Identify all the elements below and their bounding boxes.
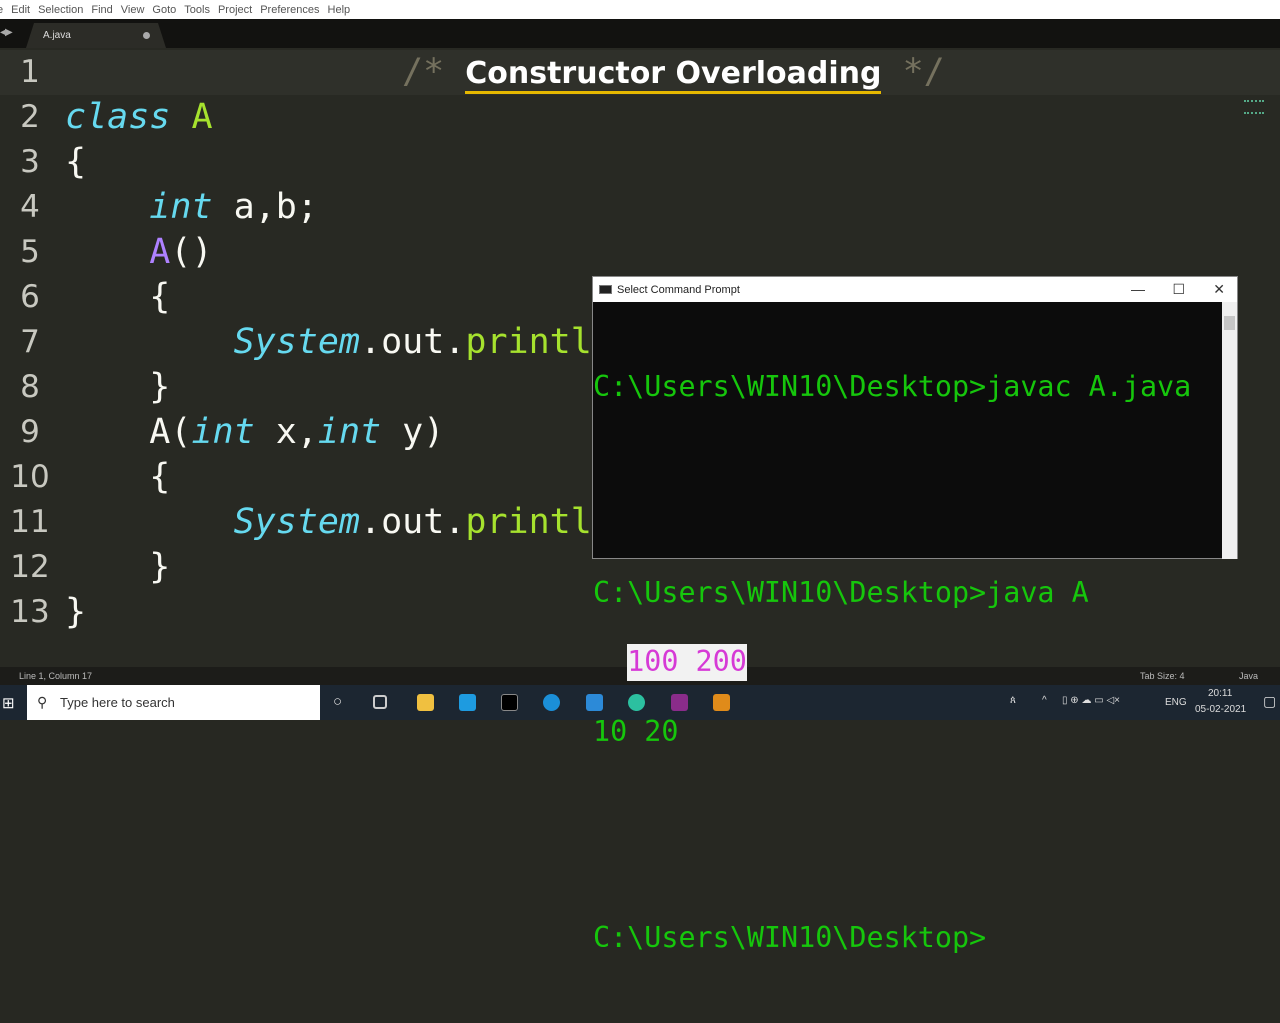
code-line-8: } bbox=[65, 367, 171, 407]
code-line-13: } bbox=[65, 592, 87, 632]
search-placeholder: Type here to search bbox=[60, 695, 175, 710]
method-name: printl bbox=[465, 502, 592, 542]
cmd-line bbox=[593, 472, 1223, 509]
code-line-5: A() bbox=[65, 230, 213, 275]
line-number: 3 bbox=[20, 144, 40, 180]
minimize-button[interactable]: — bbox=[1131, 281, 1145, 297]
line-number: 12 bbox=[10, 549, 50, 585]
system-class: System bbox=[233, 322, 361, 362]
cmd-output[interactable]: C:\Users\WIN10\Desktop>javac A.java C:\U… bbox=[593, 303, 1223, 1023]
close-button[interactable]: ✕ bbox=[1213, 281, 1225, 298]
command-prompt-window[interactable]: Select Command Prompt — ☐ ✕ C:\Users\WIN… bbox=[592, 276, 1238, 954]
selected-output: 100 200 bbox=[627, 644, 747, 682]
keyword: int bbox=[149, 187, 213, 227]
tab-bar: ◂▶ A.java bbox=[0, 19, 1280, 48]
code-text: a,b; bbox=[212, 187, 318, 227]
code-line-1: /* Constructor Overloading */ bbox=[402, 50, 945, 95]
code-line-3: { bbox=[65, 142, 87, 182]
code-line-10: { bbox=[65, 457, 171, 497]
cmd-line: C:\Users\WIN10\Desktop> bbox=[593, 920, 987, 954]
code-line-7: System.out.printl bbox=[65, 320, 592, 365]
line-number: 4 bbox=[20, 189, 40, 225]
search-icon: ⚲ bbox=[37, 694, 48, 710]
code-text: .out. bbox=[360, 322, 466, 362]
code-text: A( bbox=[65, 412, 192, 452]
class-name: A bbox=[191, 97, 213, 137]
cmd-taskbar-icon[interactable] bbox=[501, 694, 518, 711]
system-class: System bbox=[233, 502, 361, 542]
code-title: Constructor Overloading bbox=[465, 57, 882, 94]
cmd-line: C:\Users\WIN10\Desktop>javac A.java bbox=[593, 370, 1192, 403]
code-text: () bbox=[170, 232, 213, 272]
tab-label: A.java bbox=[43, 30, 71, 41]
menu-goto[interactable]: Goto bbox=[152, 4, 176, 16]
method-name: printl bbox=[465, 322, 592, 362]
l-app-icon[interactable] bbox=[459, 694, 476, 711]
code-line-12: } bbox=[65, 547, 171, 587]
code-text: x, bbox=[254, 412, 318, 452]
line-number: 11 bbox=[10, 504, 50, 540]
cmd-line: C:\Users\WIN10\Desktop>java A bbox=[593, 575, 1089, 609]
line-number: 2 bbox=[20, 99, 40, 135]
tab-a-java[interactable]: A.java bbox=[26, 23, 166, 48]
unsaved-dot-icon[interactable] bbox=[143, 32, 150, 39]
windows-start-icon[interactable]: ⊞ bbox=[2, 694, 15, 712]
cmd-icon bbox=[599, 285, 612, 294]
line-number: 6 bbox=[20, 279, 40, 315]
menu-tools[interactable]: Tools bbox=[184, 4, 210, 16]
menu-find[interactable]: Find bbox=[91, 4, 112, 16]
code-line-6: { bbox=[65, 277, 171, 317]
notifications-icon[interactable]: ▢ bbox=[1263, 693, 1276, 710]
menu-view[interactable]: View bbox=[121, 4, 145, 16]
keyword: int bbox=[191, 412, 255, 452]
code-line-9: A(int x,int y) bbox=[65, 410, 444, 455]
line-number: 5 bbox=[20, 234, 40, 270]
task-view-icon[interactable] bbox=[373, 695, 387, 709]
menu-preferences[interactable]: Preferences bbox=[260, 4, 319, 16]
code-line-11: System.out.printl bbox=[65, 500, 592, 545]
cmd-scrollbar[interactable] bbox=[1222, 302, 1237, 559]
maximize-button[interactable]: ☐ bbox=[1172, 281, 1185, 298]
line-number: 10 bbox=[10, 459, 50, 495]
menu-project[interactable]: Project bbox=[218, 4, 252, 16]
menu-selection[interactable]: Selection bbox=[38, 4, 83, 16]
menu-help[interactable]: Help bbox=[328, 4, 351, 16]
cursor-position: Line 1, Column 17 bbox=[19, 671, 93, 681]
menu-file[interactable]: e bbox=[0, 4, 3, 16]
line-number: 9 bbox=[20, 414, 40, 450]
taskbar-search[interactable]: ⚲ Type here to search bbox=[27, 685, 320, 720]
constructor-name: A bbox=[149, 232, 171, 272]
code-line-4: int a,b; bbox=[65, 185, 318, 230]
cmd-line bbox=[593, 817, 1223, 854]
line-number: 1 bbox=[20, 54, 40, 90]
code-text: y) bbox=[381, 412, 445, 452]
cmd-title: Select Command Prompt bbox=[617, 283, 740, 296]
tab-scroll-arrows-icon[interactable]: ◂▶ bbox=[0, 27, 13, 38]
line-number: 8 bbox=[20, 369, 40, 405]
menu-bar: e Edit Selection Find View Goto Tools Pr… bbox=[0, 0, 1280, 19]
comment-close: */ bbox=[902, 52, 945, 92]
keyword: class bbox=[65, 97, 171, 137]
syntax-mode[interactable]: Java bbox=[1239, 667, 1258, 685]
scrollbar-thumb[interactable] bbox=[1224, 316, 1235, 330]
line-number: 7 bbox=[20, 324, 40, 360]
cmd-title-bar[interactable]: Select Command Prompt — ☐ ✕ bbox=[593, 277, 1237, 302]
file-explorer-icon[interactable] bbox=[417, 694, 434, 711]
code-line-2: class A bbox=[65, 95, 213, 140]
comment-open: /* bbox=[402, 52, 445, 92]
line-number: 13 bbox=[10, 594, 50, 630]
edge-icon[interactable] bbox=[543, 694, 560, 711]
code-text: .out. bbox=[360, 502, 466, 542]
keyword: int bbox=[317, 412, 382, 452]
menu-edit[interactable]: Edit bbox=[11, 4, 30, 16]
cortana-icon[interactable]: ○ bbox=[333, 693, 342, 710]
minimap[interactable] bbox=[1244, 100, 1264, 114]
